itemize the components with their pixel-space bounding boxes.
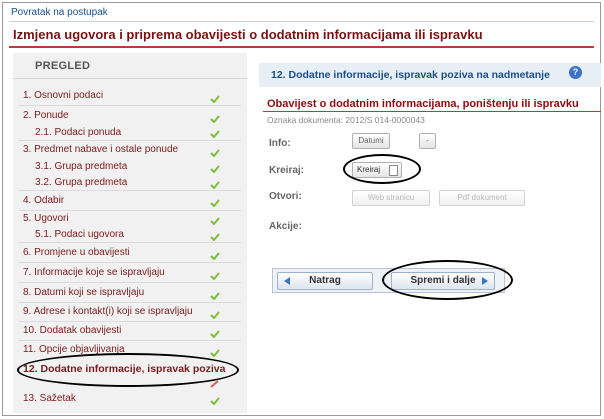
check-icon: [210, 149, 220, 157]
panel-heading: 12. Dodatne informacije, ispravak poziva…: [271, 69, 550, 81]
annotation-circle: [343, 154, 421, 184]
check-icon: [210, 292, 220, 300]
sidebar-item-ponude[interactable]: 2. Ponude: [23, 110, 69, 121]
sidebar-divider: [19, 140, 241, 141]
sidebar-item-odabir[interactable]: 4. Odabir: [23, 195, 64, 206]
check-icon: [210, 181, 220, 189]
sidebar-item-grupa-predmeta-1[interactable]: 3.1. Grupa predmeta: [35, 161, 127, 172]
create-label: Kreiraj:: [269, 165, 305, 176]
back-button[interactable]: Natrag: [277, 272, 373, 290]
sidebar-divider: [19, 210, 241, 211]
arrow-left-icon: [284, 277, 290, 285]
sidebar-item-podaci-ugovora[interactable]: 5.1. Podaci ugovora: [35, 229, 124, 240]
back-to-procedure-link[interactable]: Povratak na postupak: [11, 7, 108, 18]
web-page-button[interactable]: Web stranicu: [352, 190, 430, 206]
sidebar-item-ugovori[interactable]: 5. Ugovori: [23, 213, 69, 224]
pdf-document-button[interactable]: Pdf dokument: [439, 190, 525, 206]
sidebar-item-osnovni-podaci[interactable]: 1. Osnovni podaci: [23, 90, 103, 101]
sidebar-divider: [19, 262, 241, 263]
check-icon: [210, 349, 220, 357]
sidebar-divider: [19, 302, 241, 303]
check-icon: [210, 217, 220, 225]
section-divider: [263, 111, 601, 112]
document-mark: Oznaka dokumenta: 2012/S 014-0000043: [267, 115, 425, 125]
sidebar-item-datumi[interactable]: 8. Datumi koji se ispravljaju: [23, 287, 144, 298]
annotation-circle: [382, 260, 513, 300]
check-icon: [210, 115, 220, 123]
sidebar-divider: [19, 190, 241, 191]
sidebar-item-predmet-nabave[interactable]: 3. Predmet nabave i ostale ponude: [23, 144, 178, 155]
sidebar-divider: [19, 321, 241, 322]
annotation-circle: [17, 353, 239, 387]
dates-button[interactable]: Datumi: [352, 133, 390, 149]
check-icon: [210, 165, 220, 173]
open-label: Otvori:: [269, 191, 302, 202]
minus-button[interactable]: -: [419, 133, 436, 149]
actions-label: Akcije:: [269, 221, 302, 232]
sidebar-item-sazetak[interactable]: 13. Sažetak: [23, 393, 76, 404]
sidebar-item-dodatak[interactable]: 10. Dodatak obavijesti: [23, 325, 121, 336]
application-window: Povratak na postupak Izmjena ugovora i p…: [2, 2, 601, 416]
page-title: Izmjena ugovora i priprema obavijesti o …: [13, 27, 483, 42]
check-icon: [210, 95, 220, 103]
check-icon: [210, 233, 220, 241]
back-button-label: Natrag: [309, 275, 341, 286]
sidebar-item-podaci-ponuda[interactable]: 2.1. Podaci ponuda: [35, 127, 121, 138]
check-icon: [210, 130, 220, 138]
sidebar-heading: PREGLED: [35, 60, 91, 72]
details-panel: 12. Dodatne informacije, ispravak poziva…: [259, 53, 601, 363]
help-icon[interactable]: ?: [569, 66, 582, 79]
top-divider: [9, 21, 594, 22]
check-icon: [210, 272, 220, 280]
check-icon: [210, 252, 220, 260]
sidebar-item-grupa-predmeta-2[interactable]: 3.2. Grupa predmeta: [35, 177, 127, 188]
check-icon: [210, 397, 220, 405]
sidebar-divider: [19, 340, 241, 341]
sidebar-divider: [19, 105, 241, 106]
sidebar-heading-divider: [13, 78, 247, 79]
title-divider: [9, 46, 594, 48]
info-label: Info:: [269, 138, 291, 149]
sidebar-item-promjene[interactable]: 6. Promjene u obavijesti: [23, 247, 130, 258]
sidebar-item-adrese[interactable]: 9. Adrese i kontakt(i) koji se ispravlja…: [23, 306, 193, 317]
sidebar-divider: [19, 242, 241, 243]
notice-section-title: Obavijest o dodatnim informacijama, poni…: [267, 98, 579, 110]
check-icon: [210, 311, 220, 319]
sidebar-item-informacije[interactable]: 7. Informacije koje se ispravljaju: [23, 267, 165, 278]
check-icon: [210, 330, 220, 338]
sidebar-divider: [19, 282, 241, 283]
check-icon: [210, 199, 220, 207]
